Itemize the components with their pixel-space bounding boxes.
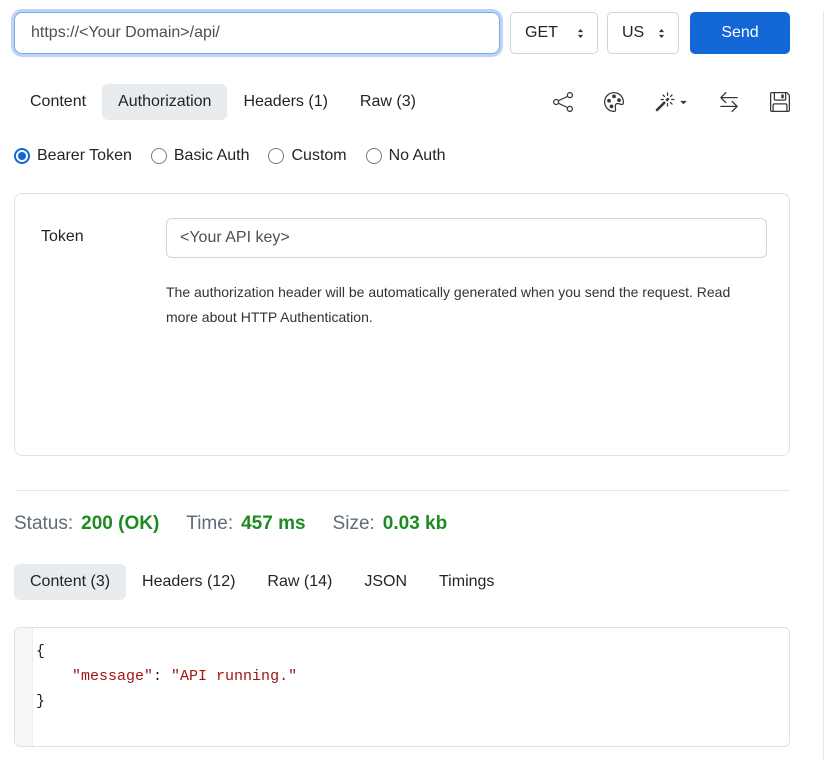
tab-authorization[interactable]: Authorization [102,84,227,120]
token-helper-text: The authorization header will be automat… [166,280,766,330]
auth-type-options: Bearer Token Basic Auth Custom No Auth [14,147,790,165]
response-status-bar: Status: 200 (OK) Time: 457 ms Size: 0.03… [14,513,790,535]
auth-option-custom[interactable]: Custom [268,147,346,165]
auth-option-no-auth[interactable]: No Auth [366,147,446,165]
code-line: "message": "API running." [36,664,789,689]
status-label: Status: [14,513,73,535]
auth-option-label: Bearer Token [37,147,132,165]
auth-option-basic-auth[interactable]: Basic Auth [151,147,250,165]
request-tabs: Content Authorization Headers (1) Raw (3… [14,84,790,120]
swap-arrows-icon[interactable] [719,92,739,112]
method-select[interactable]: GET [510,12,598,54]
code-line: { [36,639,789,664]
request-bar: GET US Send [14,11,790,55]
radio-icon[interactable] [268,148,284,164]
tab-response-json[interactable]: JSON [348,564,423,600]
content-right-border [823,11,824,761]
tab-response-headers[interactable]: Headers (12) [126,564,251,600]
auth-option-label: Basic Auth [174,147,250,165]
request-toolbar [553,92,790,112]
radio-icon[interactable] [366,148,382,164]
status-value: 200 (OK) [81,513,159,535]
time-label: Time: [186,513,233,535]
code-line: } [36,689,789,714]
url-input[interactable] [14,12,500,54]
tab-raw[interactable]: Raw (3) [344,84,432,120]
response-tabs: Content (3) Headers (12) Raw (14) JSON T… [14,564,790,600]
size-label: Size: [333,513,375,535]
region-select-value: US [622,24,644,42]
tab-response-content[interactable]: Content (3) [14,564,126,600]
method-select-value: GET [525,24,558,42]
save-icon[interactable] [770,92,790,112]
api-client-main: GET US Send Content Authorization Header… [14,11,790,747]
dropdown-caret-icon [679,98,688,107]
tab-response-raw[interactable]: Raw (14) [251,564,348,600]
tab-response-timings[interactable]: Timings [423,564,510,600]
magic-wand-icon[interactable] [655,92,688,112]
palette-icon[interactable] [604,92,624,112]
token-field-area: The authorization header will be automat… [166,218,767,455]
auth-option-label: Custom [291,147,346,165]
token-input[interactable] [166,218,767,258]
auth-option-label: No Auth [389,147,446,165]
auth-option-bearer-token[interactable]: Bearer Token [14,147,132,165]
response-body-viewer[interactable]: { "message": "API running."} [14,627,790,747]
time-value: 457 ms [241,513,305,535]
share-icon[interactable] [553,92,573,112]
region-select[interactable]: US [607,12,679,54]
radio-checked-icon[interactable] [14,148,30,164]
tab-headers[interactable]: Headers (1) [227,84,343,120]
radio-icon[interactable] [151,148,167,164]
token-panel: Token The authorization header will be a… [14,193,790,456]
size-value: 0.03 kb [383,513,447,535]
send-button[interactable]: Send [690,12,790,54]
section-divider [16,490,790,491]
token-label: Token [41,218,166,455]
tab-content[interactable]: Content [14,84,102,120]
code-gutter [15,628,33,746]
select-updown-icon [574,27,587,40]
select-updown-icon [655,27,668,40]
response-json-code: { "message": "API running."} [15,628,789,714]
